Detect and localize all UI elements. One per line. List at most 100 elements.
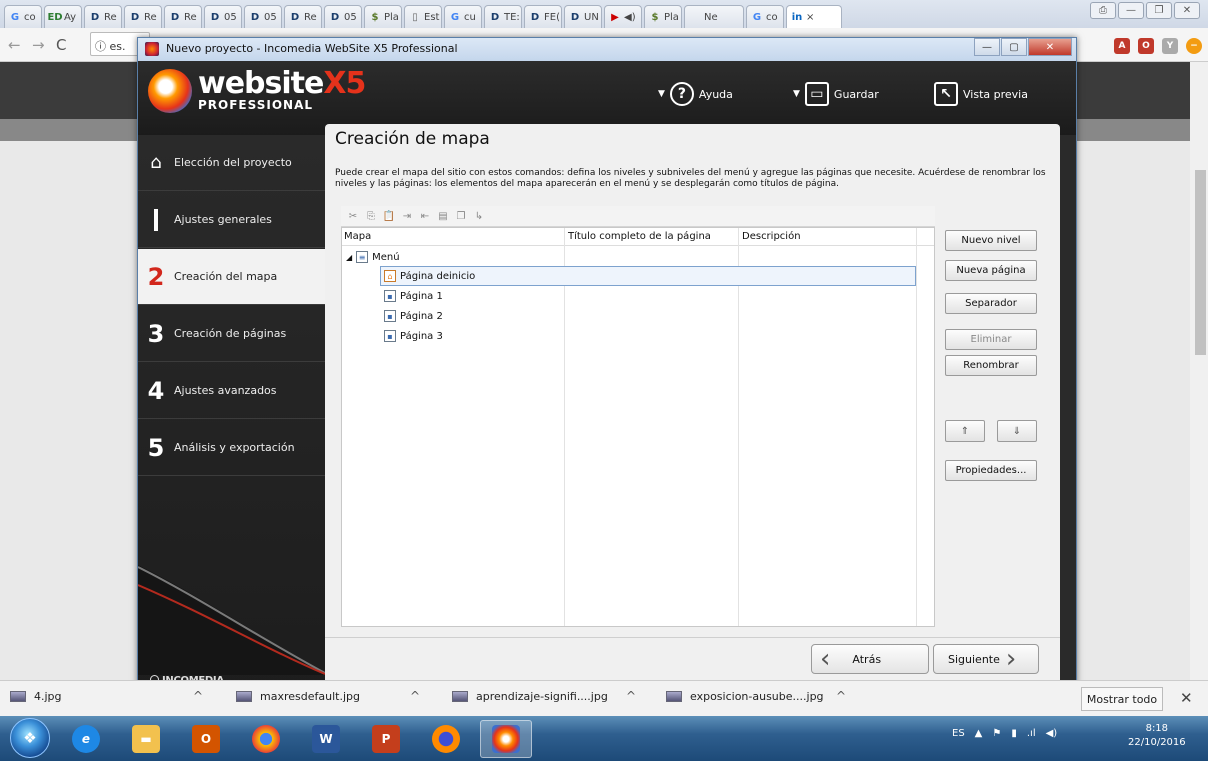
- taskbar-office[interactable]: O: [180, 720, 232, 758]
- taskbar-chrome[interactable]: [240, 720, 292, 758]
- taskbar-explorer[interactable]: ▬: [120, 720, 172, 758]
- close-button[interactable]: ✕: [1174, 2, 1200, 19]
- maximize-button[interactable]: ❐: [1146, 2, 1172, 19]
- extension-icon[interactable]: Y: [1162, 38, 1178, 54]
- sidebar-item-analysis-export[interactable]: 5 Análisis y exportación: [138, 420, 325, 476]
- duplicate-icon[interactable]: ❐: [455, 210, 467, 222]
- sidebar-item-advanced-settings[interactable]: 4 Ajustes avanzados: [138, 363, 325, 419]
- tree-node-page-1[interactable]: ▪ Página 1: [342, 286, 916, 306]
- minimize-button[interactable]: —: [1118, 2, 1144, 19]
- import-icon[interactable]: ↳: [473, 210, 485, 222]
- browser-tab[interactable]: D FE(: [524, 5, 562, 28]
- help-button[interactable]: ▼ ? Ayuda: [658, 79, 733, 109]
- adblock-extension-icon[interactable]: A: [1114, 38, 1130, 54]
- copy-icon[interactable]: ⎘: [365, 210, 377, 222]
- tree-node-menu[interactable]: ◢ ≡ Menú: [342, 247, 916, 267]
- chevron-up-icon[interactable]: ^: [626, 689, 636, 703]
- clock[interactable]: 8:18 22/10/2016: [1128, 722, 1186, 750]
- language-indicator[interactable]: ES: [952, 728, 965, 739]
- delete-button[interactable]: Eliminar: [945, 329, 1037, 350]
- move-up-button[interactable]: ⇑: [945, 420, 985, 442]
- browser-tab[interactable]: D UN: [564, 5, 602, 28]
- browser-tab[interactable]: ▶ ◀): [604, 5, 642, 28]
- paste-icon[interactable]: 📋: [383, 210, 395, 222]
- taskbar-firefox[interactable]: [420, 720, 472, 758]
- back-arrow-icon[interactable]: ←: [8, 36, 21, 54]
- sidebar-item-page-creation[interactable]: 3 Creación de páginas: [138, 306, 325, 362]
- column-header-description[interactable]: Descripción: [742, 231, 801, 242]
- outdent-icon[interactable]: ⇤: [419, 210, 431, 222]
- network-icon[interactable]: ▮: [1011, 728, 1017, 739]
- sidebar-item-map-creation[interactable]: 2 Creación del mapa: [138, 249, 325, 305]
- download-item[interactable]: aprendizaje-signifi....jpg: [452, 690, 608, 703]
- browser-tab[interactable]: Gco: [746, 5, 784, 28]
- forward-arrow-icon[interactable]: →: [32, 36, 45, 54]
- new-level-button[interactable]: Nuevo nivel: [945, 230, 1037, 251]
- download-item[interactable]: exposicion-ausube....jpg: [666, 690, 824, 703]
- cut-icon[interactable]: ✂: [347, 210, 359, 222]
- browser-tab[interactable]: Ne: [684, 5, 744, 28]
- browser-tab[interactable]: D 05: [324, 5, 362, 28]
- tree-node-label: Página 2: [400, 310, 443, 322]
- next-button[interactable]: Siguiente ›: [933, 644, 1039, 674]
- profile-icon[interactable]: ⎙: [1090, 2, 1116, 19]
- show-all-button[interactable]: Mostrar todo: [1081, 687, 1163, 711]
- chevron-up-icon[interactable]: ^: [410, 689, 420, 703]
- back-button[interactable]: ‹ Atrás: [811, 644, 929, 674]
- signal-icon[interactable]: .ıl: [1027, 728, 1036, 739]
- new-page-button[interactable]: Nueva página: [945, 260, 1037, 281]
- browser-tab[interactable]: Gco: [4, 5, 42, 28]
- scrollbar-thumb[interactable]: [1195, 170, 1206, 355]
- browser-tab[interactable]: D Re: [164, 5, 202, 28]
- tree-node-page-3[interactable]: ▪ Página 3: [342, 326, 916, 346]
- browser-tab[interactable]: D Re: [124, 5, 162, 28]
- browser-tab[interactable]: Gcu: [444, 5, 482, 28]
- sidebar-item-general-settings[interactable]: Ajustes generales: [138, 192, 325, 248]
- rename-button[interactable]: Renombrar: [945, 355, 1037, 376]
- close-downloads-icon[interactable]: ✕: [1180, 689, 1193, 707]
- page-icon[interactable]: ▤: [437, 210, 449, 222]
- sidebar-item-project[interactable]: ⌂ Elección del proyecto: [138, 135, 325, 191]
- chevron-up-icon[interactable]: ^: [836, 689, 846, 703]
- preview-button[interactable]: ↖ Vista previa: [934, 79, 1028, 109]
- show-hidden-icons-icon[interactable]: ▲: [975, 728, 983, 739]
- download-item[interactable]: maxresdefault.jpg: [236, 690, 360, 703]
- expand-triangle-icon[interactable]: ◢: [346, 253, 352, 262]
- chevron-up-icon[interactable]: ^: [193, 689, 203, 703]
- action-center-icon[interactable]: ⚑: [992, 728, 1001, 739]
- opera-extension-icon[interactable]: O: [1138, 38, 1154, 54]
- volume-icon[interactable]: ◀): [1046, 728, 1058, 739]
- minus-extension-icon[interactable]: −: [1186, 38, 1202, 54]
- column-header-title[interactable]: Título completo de la página: [568, 231, 711, 242]
- taskbar-word[interactable]: W: [300, 720, 352, 758]
- browser-tab[interactable]: D 05: [244, 5, 282, 28]
- download-item[interactable]: 4.jpg: [10, 690, 62, 703]
- app-maximize-button[interactable]: ▢: [1001, 38, 1027, 56]
- browser-tab[interactable]: D TE:: [484, 5, 522, 28]
- indent-icon[interactable]: ⇥: [401, 210, 413, 222]
- browser-tab[interactable]: ED Ay: [44, 5, 82, 28]
- site-map-tree[interactable]: Mapa Título completo de la página Descri…: [341, 227, 935, 627]
- save-button[interactable]: ▼ ▭ Guardar: [793, 79, 879, 109]
- browser-tab[interactable]: D 05: [204, 5, 242, 28]
- browser-tab[interactable]: ▯ Est: [404, 5, 442, 28]
- separator-button[interactable]: Separador: [945, 293, 1037, 314]
- taskbar-powerpoint[interactable]: P: [360, 720, 412, 758]
- app-minimize-button[interactable]: —: [974, 38, 1000, 56]
- page-scrollbar[interactable]: [1190, 62, 1208, 680]
- column-header-map[interactable]: Mapa: [344, 231, 371, 242]
- browser-tab[interactable]: $ Pla: [644, 5, 682, 28]
- browser-tab[interactable]: D Re: [284, 5, 322, 28]
- start-button[interactable]: ❖: [10, 718, 50, 758]
- move-down-button[interactable]: ⇓: [997, 420, 1037, 442]
- taskbar-ie[interactable]: e: [60, 720, 112, 758]
- taskbar-websitex5[interactable]: [480, 720, 532, 758]
- properties-button[interactable]: Propiedades...: [945, 460, 1037, 481]
- browser-tab[interactable]: in ×: [786, 5, 842, 29]
- tree-node-page-2[interactable]: ▪ Página 2: [342, 306, 916, 326]
- browser-tab[interactable]: $ Pla: [364, 5, 402, 28]
- tree-node-home-page[interactable]: ⌂ Página deinicio: [380, 266, 916, 286]
- app-close-button[interactable]: ✕: [1028, 38, 1072, 56]
- browser-tab[interactable]: D Re: [84, 5, 122, 28]
- reload-icon[interactable]: C: [56, 36, 66, 54]
